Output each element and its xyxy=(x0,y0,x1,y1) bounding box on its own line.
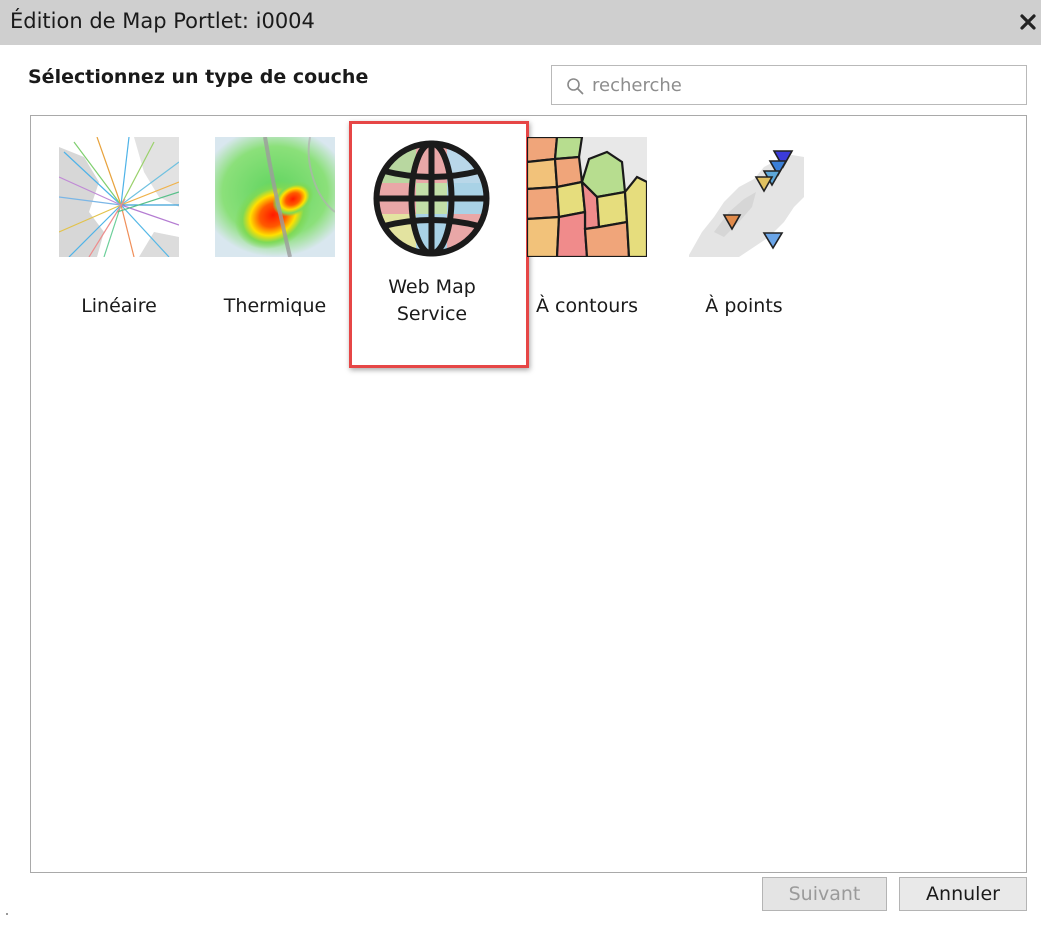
linear-map-thumbnail xyxy=(59,137,179,257)
search-input[interactable] xyxy=(592,66,1012,104)
search-icon xyxy=(567,78,584,95)
layer-type-label: Web Map Service xyxy=(388,276,476,325)
choropleth-map-thumbnail xyxy=(527,137,647,257)
layer-type-label: Linéaire xyxy=(81,295,157,317)
stray-pixel xyxy=(6,913,8,915)
layer-type-label: Thermique xyxy=(223,295,327,317)
search-box[interactable] xyxy=(551,65,1027,105)
cancel-button[interactable]: Annuler xyxy=(899,877,1027,911)
layer-type-a-points[interactable]: À points xyxy=(684,137,804,327)
point-map-thumbnail xyxy=(684,137,804,257)
heatmap-thumbnail xyxy=(215,137,335,257)
close-icon[interactable] xyxy=(1017,11,1039,33)
dialog-heading: Sélectionnez un type de couche xyxy=(28,66,369,88)
dialog-title: Édition de Map Portlet: i0004 xyxy=(10,9,315,33)
globe-icon xyxy=(373,140,490,257)
layer-type-thermique[interactable]: Thermique xyxy=(215,137,335,327)
next-button[interactable]: Suivant xyxy=(762,877,887,911)
layer-type-lineaire[interactable]: Linéaire xyxy=(59,137,179,327)
layer-type-label: À points xyxy=(705,295,783,317)
layer-type-label: À contours xyxy=(536,295,638,317)
layer-type-a-contours[interactable]: À contours xyxy=(527,137,647,327)
dialog-titlebar: Édition de Map Portlet: i0004 xyxy=(0,0,1041,45)
layer-type-web-map-service[interactable]: Web Map Service xyxy=(349,121,529,368)
